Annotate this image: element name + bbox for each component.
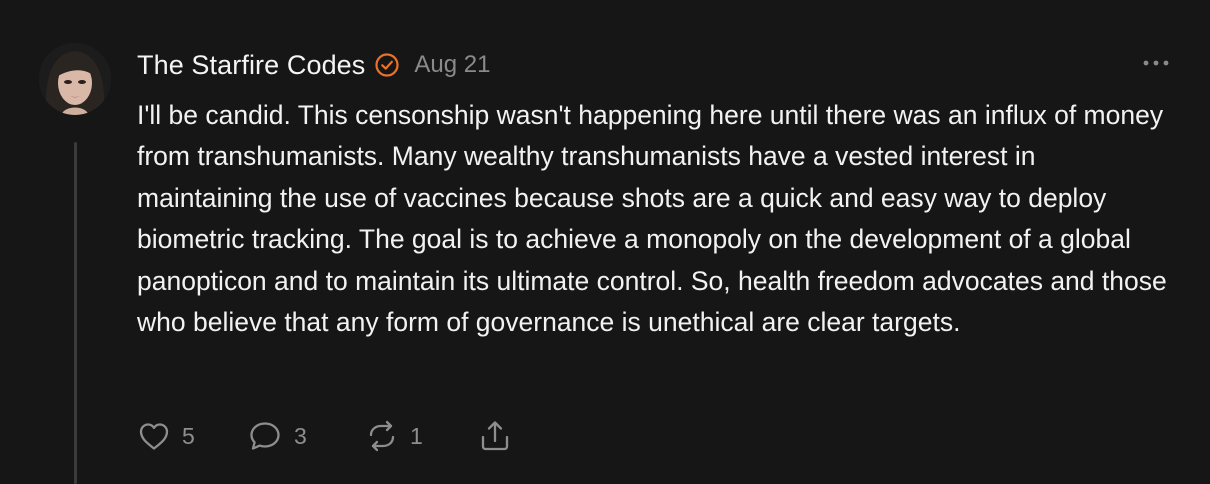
restack-count: 1: [410, 422, 423, 449]
post-body: I'll be candid. This censonship wasn't h…: [137, 100, 1167, 338]
heart-icon: [137, 420, 171, 452]
post-date[interactable]: Aug 21: [414, 51, 490, 79]
like-count: 5: [182, 422, 195, 449]
share-upload-icon: [478, 419, 512, 453]
like-button[interactable]: 5: [137, 420, 247, 452]
thread-line: [74, 142, 77, 484]
post-header: The Starfire Codes Aug 21: [137, 46, 490, 84]
avatar-image: [39, 43, 111, 115]
restack-button[interactable]: 1: [365, 420, 478, 452]
share-button[interactable]: [478, 419, 512, 453]
note-post: The Starfire Codes Aug 21 I'll be candid…: [0, 0, 1210, 484]
author-name[interactable]: The Starfire Codes: [137, 50, 365, 81]
more-horizontal-icon[interactable]: [1141, 56, 1171, 70]
comment-button[interactable]: 3: [247, 419, 365, 453]
avatar[interactable]: [39, 43, 111, 115]
comment-count: 3: [294, 422, 307, 449]
verified-check-icon: [374, 52, 400, 78]
post-actions: 5 3 1: [137, 416, 512, 456]
restack-arrows-icon: [365, 420, 399, 452]
comment-bubble-icon: [247, 419, 283, 453]
